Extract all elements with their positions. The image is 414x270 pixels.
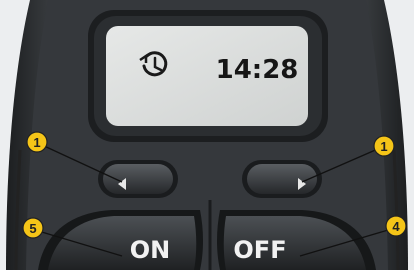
remote-control-illustration: 14:28 ON OFF 1 1 5 4 bbox=[0, 0, 414, 270]
callout-off-button: 4 bbox=[385, 215, 407, 237]
callout-on-button-number: 5 bbox=[29, 221, 36, 236]
display-time: 14:28 bbox=[216, 55, 299, 85]
on-button-label: ON bbox=[130, 236, 171, 264]
callout-left-arrow: 1 bbox=[26, 131, 48, 153]
off-button-label: OFF bbox=[233, 236, 286, 264]
callout-left-arrow-number: 1 bbox=[33, 135, 40, 150]
callout-right-arrow-number: 1 bbox=[380, 139, 387, 154]
callout-off-button-number: 4 bbox=[392, 219, 400, 234]
left-arrow-button[interactable] bbox=[98, 160, 178, 198]
callout-on-button: 5 bbox=[22, 217, 44, 239]
callout-right-arrow: 1 bbox=[373, 135, 395, 157]
